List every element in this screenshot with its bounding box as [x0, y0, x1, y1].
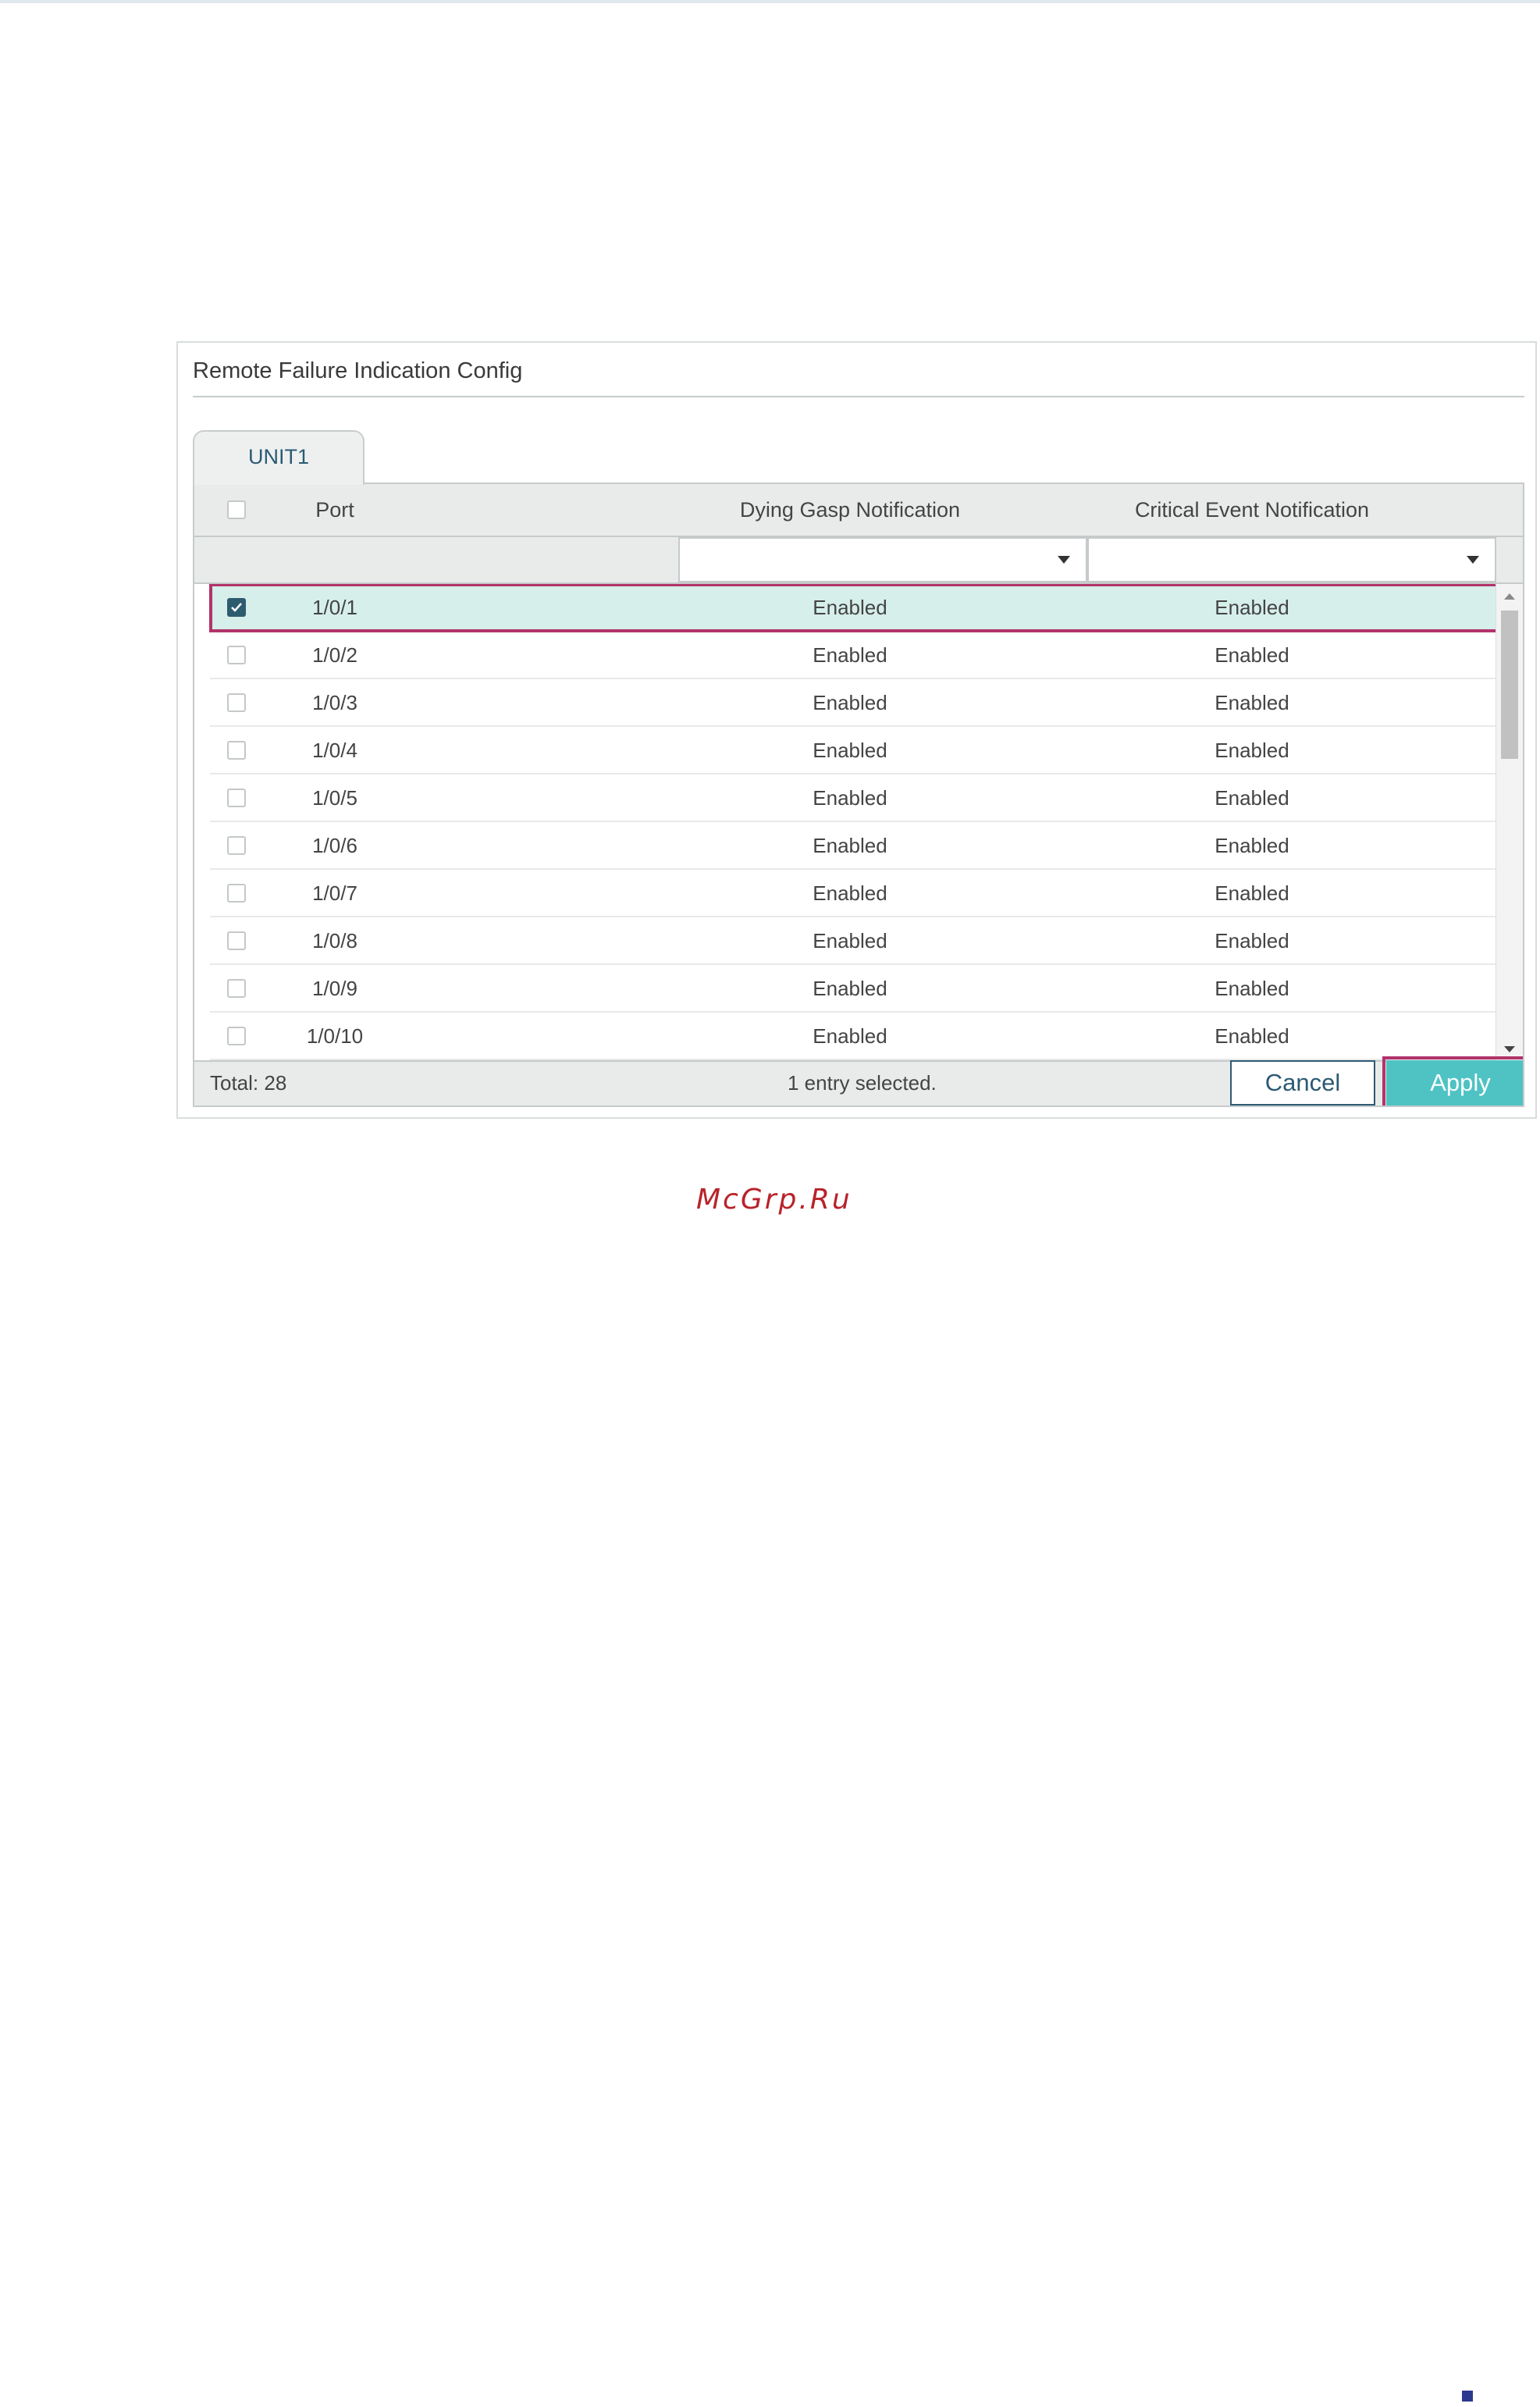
select-all-checkbox[interactable] — [227, 500, 246, 519]
top-rule — [0, 0, 1540, 3]
row-checkbox[interactable] — [227, 979, 246, 998]
total-count: Total: 28 — [210, 1071, 287, 1095]
cell-critical-event: Enabled — [1215, 596, 1289, 619]
table-row[interactable]: 1/0/10 Enabled Enabled — [210, 1013, 1499, 1060]
row-checkbox[interactable] — [227, 598, 246, 617]
cell-port: 1/0/2 — [312, 643, 357, 667]
cell-port: 1/0/4 — [312, 739, 357, 762]
cell-dying-gasp: Enabled — [813, 739, 887, 762]
watermark: McGrp.Ru — [696, 1184, 852, 1216]
column-header-dying-gasp: Dying Gasp Notification — [739, 498, 961, 522]
table-row[interactable]: 1/0/2 Enabled Enabled — [210, 632, 1499, 679]
cell-critical-event: Enabled — [1215, 977, 1289, 1000]
column-header-port: Port — [315, 498, 354, 522]
cell-port: 1/0/3 — [312, 691, 357, 714]
cell-critical-event: Enabled — [1215, 786, 1289, 810]
table-row[interactable]: 1/0/3 Enabled Enabled — [210, 679, 1499, 727]
cell-dying-gasp: Enabled — [813, 786, 887, 810]
cancel-button[interactable]: Cancel — [1230, 1060, 1375, 1106]
table-row[interactable]: 1/0/1 Enabled Enabled — [209, 584, 1499, 632]
row-checkbox[interactable] — [227, 741, 246, 760]
scrollbar-thumb[interactable] — [1501, 611, 1518, 759]
vertical-scrollbar[interactable] — [1496, 584, 1523, 1060]
table-row[interactable]: 1/0/9 Enabled Enabled — [210, 965, 1499, 1013]
cell-port: 1/0/1 — [312, 596, 357, 619]
cell-port: 1/0/6 — [312, 834, 357, 857]
apply-button[interactable]: Apply — [1382, 1056, 1523, 1106]
cell-critical-event: Enabled — [1215, 691, 1289, 714]
row-checkbox[interactable] — [227, 884, 246, 903]
cell-critical-event: Enabled — [1215, 739, 1289, 762]
cell-dying-gasp: Enabled — [813, 1024, 887, 1048]
table-footer: Total: 28 1 entry selected. Cancel Apply — [194, 1056, 1523, 1106]
cell-critical-event: Enabled — [1215, 643, 1289, 667]
cell-dying-gasp: Enabled — [813, 929, 887, 952]
cell-dying-gasp: Enabled — [813, 977, 887, 1000]
cell-port: 1/0/8 — [312, 929, 357, 952]
page-corner-mark — [1462, 2391, 1473, 2402]
chevron-down-icon — [1467, 556, 1479, 564]
check-icon — [231, 603, 242, 612]
row-checkbox[interactable] — [227, 789, 246, 807]
table-row[interactable]: 1/0/6 Enabled Enabled — [210, 822, 1499, 870]
row-checkbox[interactable] — [227, 931, 246, 950]
cell-critical-event: Enabled — [1215, 1024, 1289, 1048]
cell-critical-event: Enabled — [1215, 929, 1289, 952]
table-body: 1/0/1 Enabled Enabled 1/0/2 Enabled Enabled 1/… — [194, 584, 1499, 1060]
cell-critical-event: Enabled — [1215, 881, 1289, 905]
column-header-critical-event: Critical Event Notification — [1134, 498, 1370, 522]
chevron-down-icon — [1058, 556, 1070, 564]
dying-gasp-filter-select[interactable] — [678, 537, 1087, 582]
cell-critical-event: Enabled — [1215, 834, 1289, 857]
arrow-down-icon[interactable] — [1504, 1046, 1515, 1052]
cell-dying-gasp: Enabled — [813, 596, 887, 619]
ports-table: Port Dying Gasp Notification Critical Ev… — [193, 482, 1524, 1107]
cell-port: 1/0/7 — [312, 881, 357, 905]
table-row[interactable]: 1/0/5 Enabled Enabled — [210, 774, 1499, 822]
row-checkbox[interactable] — [227, 1027, 246, 1045]
cell-dying-gasp: Enabled — [813, 691, 887, 714]
row-checkbox[interactable] — [227, 646, 246, 664]
filter-row — [194, 537, 1523, 584]
cell-port: 1/0/5 — [312, 786, 357, 810]
table-row[interactable]: 1/0/4 Enabled Enabled — [210, 727, 1499, 774]
critical-event-filter-select[interactable] — [1087, 537, 1496, 582]
cell-port: 1/0/9 — [312, 977, 357, 1000]
remote-failure-indication-panel: Remote Failure Indication Config UNIT1 P… — [176, 341, 1537, 1119]
cell-dying-gasp: Enabled — [813, 834, 887, 857]
cell-dying-gasp: Enabled — [813, 881, 887, 905]
table-header: Port Dying Gasp Notification Critical Ev… — [194, 484, 1523, 537]
panel-title: Remote Failure Indication Config — [193, 358, 523, 383]
arrow-up-icon[interactable] — [1504, 593, 1515, 600]
row-checkbox[interactable] — [227, 836, 246, 855]
tab-unit1[interactable]: UNIT1 — [193, 430, 365, 485]
cell-port: 1/0/10 — [306, 1024, 364, 1048]
row-checkbox[interactable] — [227, 693, 246, 712]
cell-dying-gasp: Enabled — [813, 643, 887, 667]
divider — [193, 396, 1524, 397]
table-row[interactable]: 1/0/8 Enabled Enabled — [210, 917, 1499, 965]
selection-status: 1 entry selected. — [788, 1071, 937, 1095]
table-row[interactable]: 1/0/7 Enabled Enabled — [210, 870, 1499, 917]
